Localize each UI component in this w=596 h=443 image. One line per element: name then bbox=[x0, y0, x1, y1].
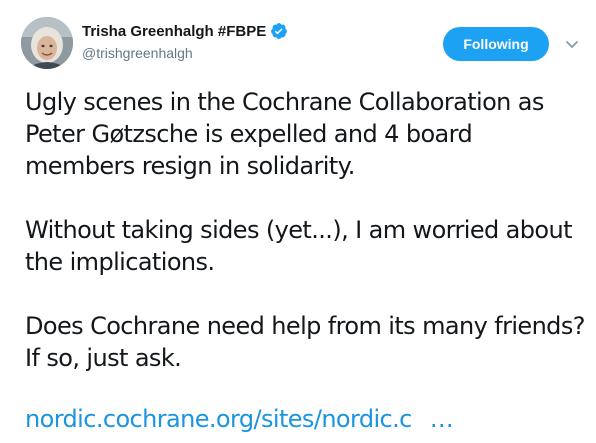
tweet-paragraph: Without taking sides (yet...), I am worr… bbox=[25, 216, 573, 276]
tweet-paragraph: Does Cochrane need help from its many fr… bbox=[25, 312, 585, 372]
following-button[interactable]: Following bbox=[443, 27, 549, 61]
verified-badge-icon bbox=[270, 22, 288, 40]
avatar[interactable] bbox=[21, 17, 73, 69]
tweet-link[interactable]: nordic.cochrane.org/sites/nordic.c … bbox=[25, 403, 454, 435]
chevron-down-icon[interactable] bbox=[564, 36, 580, 52]
author-display-name[interactable]: Trisha Greenhalgh #FBPE bbox=[82, 23, 266, 40]
author-handle[interactable]: @trishgreenhalgh bbox=[82, 45, 193, 61]
avatar-image bbox=[21, 17, 73, 69]
tweet-text: Ugly scenes in the Cochrane Collaboratio… bbox=[25, 86, 585, 406]
tweet-link-text[interactable]: nordic.cochrane.org/sites/nordic.c bbox=[25, 405, 412, 433]
tweet-link-ellipsis[interactable]: … bbox=[430, 405, 454, 433]
author-name-row[interactable]: Trisha Greenhalgh #FBPE bbox=[82, 22, 288, 40]
tweet-paragraph: Ugly scenes in the Cochrane Collaboratio… bbox=[25, 88, 544, 180]
tweet-card: Trisha Greenhalgh #FBPE @trishgreenhalgh… bbox=[0, 0, 596, 443]
